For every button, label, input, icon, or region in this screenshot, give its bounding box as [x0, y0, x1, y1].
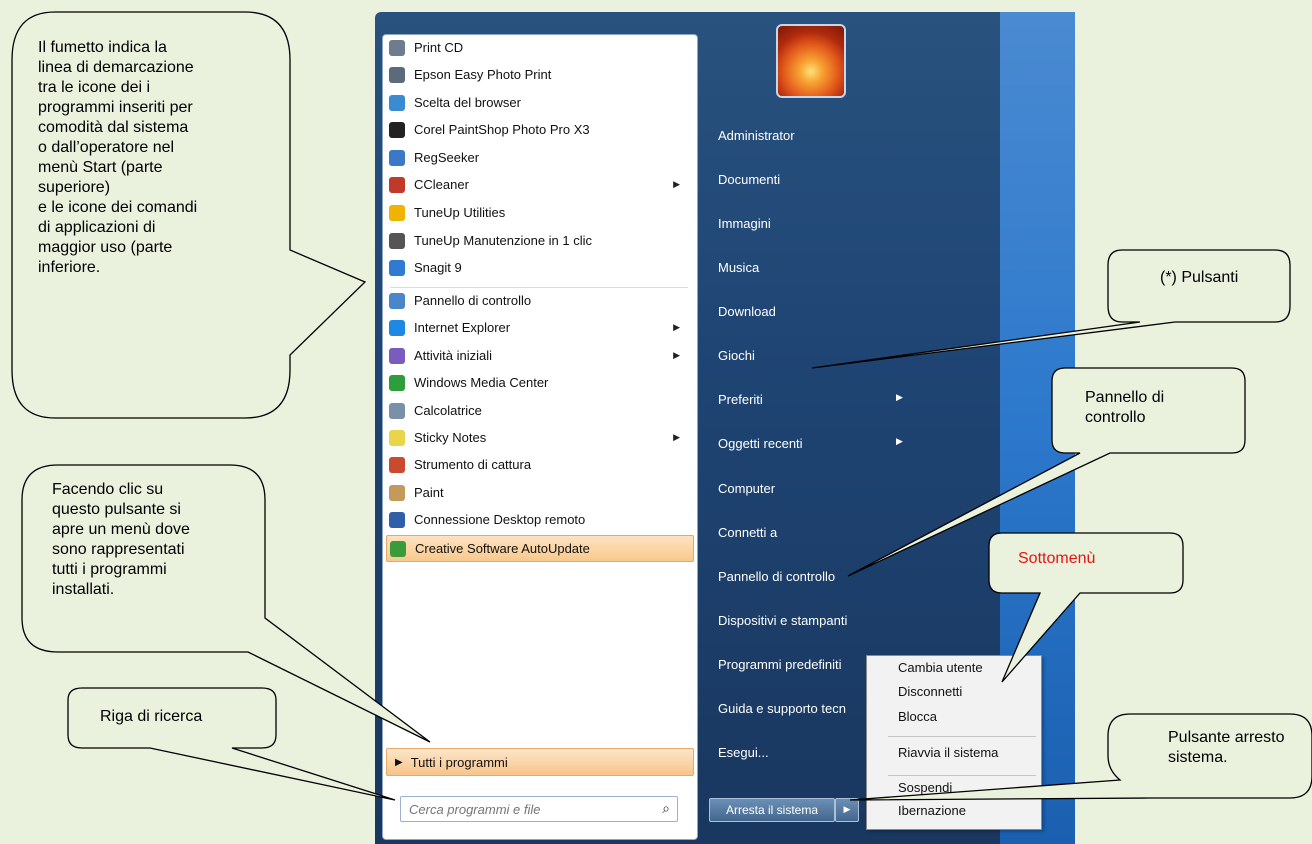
callout-demarcation-text: Il fumetto indica la linea di demarcazio… [38, 39, 198, 276]
callout-shutdown-text: Pulsante arresto sistema. [1168, 729, 1285, 766]
callout-search-bubble [67, 687, 396, 801]
callout-control-panel-text: Pannello di controllo [1085, 389, 1165, 426]
callout-all-programs-text: Facendo clic su questo pulsante si apre … [52, 481, 190, 598]
callout-submenu-text: Sottomenù [1018, 550, 1096, 567]
callout-buttons-text: (*) Pulsanti [1160, 269, 1239, 286]
callout-search-text: Riga di ricerca [100, 708, 203, 725]
